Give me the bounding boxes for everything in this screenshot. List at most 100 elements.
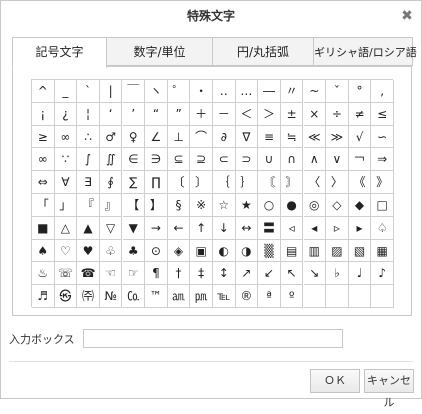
symbol-cell[interactable]: ◇ [326, 194, 349, 217]
symbol-cell[interactable]: ☞ [122, 262, 146, 286]
symbol-cell[interactable]: ⇒ [371, 148, 394, 172]
symbol-cell[interactable]: ≠ [348, 102, 372, 126]
symbol-cell[interactable]: ■ [32, 216, 55, 240]
symbol-cell[interactable]: § [167, 194, 191, 217]
symbol-cell[interactable]: ㈜ [77, 285, 100, 308]
symbol-cell[interactable]: ≒ [280, 125, 304, 149]
symbol-cell[interactable]: ∏ [145, 171, 168, 194]
symbol-cell[interactable]: □ [371, 194, 394, 217]
symbol-cell[interactable]: 》 [371, 171, 394, 194]
symbol-cell[interactable]: 《 [348, 171, 372, 194]
symbol-cell[interactable]: ヽ [145, 80, 168, 103]
symbol-cell[interactable]: ▼ [122, 216, 146, 240]
symbol-cell[interactable]: ‘ [99, 102, 123, 126]
symbol-cell[interactable]: ※ [190, 194, 213, 217]
symbol-cell[interactable]: ｛ [213, 171, 236, 194]
symbol-cell[interactable]: ‡ [190, 262, 213, 286]
symbol-cell[interactable]: ⇔ [32, 171, 55, 194]
symbol-cell[interactable]: ☜ [99, 262, 123, 286]
symbol-cell[interactable]: → [145, 216, 168, 240]
symbol-cell[interactable]: ∂ [213, 125, 236, 149]
symbol-cell[interactable]: 』 [99, 194, 123, 217]
symbol-cell[interactable]: ¿ [54, 102, 78, 126]
symbol-cell[interactable] [303, 285, 327, 308]
symbol-cell[interactable]: ≥ [32, 125, 55, 149]
symbol-cell[interactable]: ｝ [235, 171, 259, 194]
symbol-cell[interactable]: ◈ [167, 239, 191, 263]
symbol-cell[interactable]: ∋ [145, 148, 168, 172]
symbol-cell[interactable]: ∴ [77, 125, 100, 149]
symbol-cell[interactable]: 】 [145, 194, 168, 217]
symbol-cell[interactable]: 〃 [280, 80, 304, 103]
symbol-cell[interactable]: ☎ [77, 262, 100, 286]
symbol-cell[interactable]: 」 [54, 194, 78, 217]
symbol-cell[interactable]: ◆ [348, 194, 372, 217]
symbol-cell[interactable]: ＞ [258, 102, 281, 126]
symbol-cell[interactable]: － [213, 102, 236, 126]
symbol-cell[interactable]: ♧ [99, 239, 123, 263]
symbol-cell[interactable]: ⊂ [213, 148, 236, 172]
symbol-cell[interactable]: ∠ [145, 125, 168, 149]
symbol-cell[interactable]: ↗ [235, 262, 259, 286]
symbol-cell[interactable]: ↓ [213, 216, 236, 240]
symbol-cell[interactable]: 「 [32, 194, 55, 217]
symbol-cell[interactable]: † [167, 262, 191, 286]
symbol-cell[interactable]: ª [258, 285, 281, 308]
symbol-cell[interactable]: 〔 [167, 171, 191, 194]
symbol-cell[interactable]: ˇ [326, 80, 349, 103]
symbol-cell[interactable]: ☆ [213, 194, 236, 217]
symbol-cell[interactable]: 『 [77, 194, 100, 217]
symbol-cell[interactable]: ▦ [371, 239, 394, 263]
symbol-cell[interactable]: ∵ [54, 148, 78, 172]
symbol-cell[interactable]: ▽ [99, 216, 123, 240]
symbol-cell[interactable] [348, 285, 372, 308]
symbol-cell[interactable]: ↕ [213, 262, 236, 286]
symbol-cell[interactable]: ♀ [122, 125, 146, 149]
symbol-cell[interactable]: ∬ [99, 148, 123, 172]
symbol-cell[interactable]: ¡ [32, 102, 55, 126]
symbol-cell[interactable]: ⊥ [167, 125, 191, 149]
symbol-cell[interactable]: ∩ [280, 148, 304, 172]
cancel-button[interactable]: キャンセル [364, 369, 414, 409]
close-icon[interactable]: ✖ [399, 8, 415, 24]
symbol-cell[interactable]: | [99, 80, 123, 103]
symbol-cell[interactable]: ★ [235, 194, 259, 217]
symbol-cell[interactable]: √ [348, 125, 372, 149]
symbol-cell[interactable]: ♭ [326, 262, 349, 286]
symbol-cell[interactable]: ＜ [235, 102, 259, 126]
symbol-cell[interactable]: ♡ [54, 239, 78, 263]
symbol-cell[interactable]: ㏇ [122, 285, 146, 308]
symbol-cell[interactable]: ∨ [326, 148, 349, 172]
symbol-cell[interactable]: ― [258, 80, 281, 103]
symbol-cell[interactable]: ◂ [303, 216, 327, 240]
symbol-cell[interactable]: “ [145, 102, 168, 126]
symbol-cell[interactable]: ㏂ [167, 285, 191, 308]
symbol-cell[interactable]: ™ [145, 285, 168, 308]
symbol-cell[interactable]: ♥ [77, 239, 100, 263]
symbol-cell[interactable]: ▒ [258, 239, 281, 263]
dialog-titlebar[interactable]: 特殊文字 ✖ [1, 1, 421, 31]
symbol-cell[interactable]: 〙 [280, 171, 304, 194]
symbol-cell[interactable]: ▤ [280, 239, 304, 263]
symbol-cell[interactable]: ∞ [54, 125, 78, 149]
input-box[interactable] [83, 329, 343, 348]
symbol-cell[interactable]: ▸ [348, 216, 372, 240]
symbol-cell[interactable]: ∽ [371, 125, 394, 149]
symbol-cell[interactable]: ⊙ [145, 239, 168, 263]
symbol-cell[interactable]: ∇ [235, 125, 259, 149]
symbol-cell[interactable]: ⊆ [167, 148, 191, 172]
symbol-cell[interactable]: ∪ [258, 148, 281, 172]
symbol-cell[interactable]: 〈 [303, 171, 327, 194]
symbol-cell[interactable]: 〉 [326, 171, 349, 194]
symbol-cell[interactable]: ® [235, 285, 259, 308]
symbol-cell[interactable]: ¶ [145, 262, 168, 286]
symbol-cell[interactable]: ◐ [213, 239, 236, 263]
symbol-cell[interactable]: ￢ [348, 148, 372, 172]
symbol-cell[interactable]: ◑ [235, 239, 259, 263]
symbol-cell[interactable]: △ [54, 216, 78, 240]
symbol-cell[interactable]: ∞ [32, 148, 55, 172]
symbol-cell[interactable]: ° [348, 80, 372, 103]
symbol-cell[interactable]: ▹ [326, 216, 349, 240]
ok-button[interactable]: ＯＫ [310, 369, 360, 393]
symbol-cell[interactable]: ◃ [280, 216, 304, 240]
